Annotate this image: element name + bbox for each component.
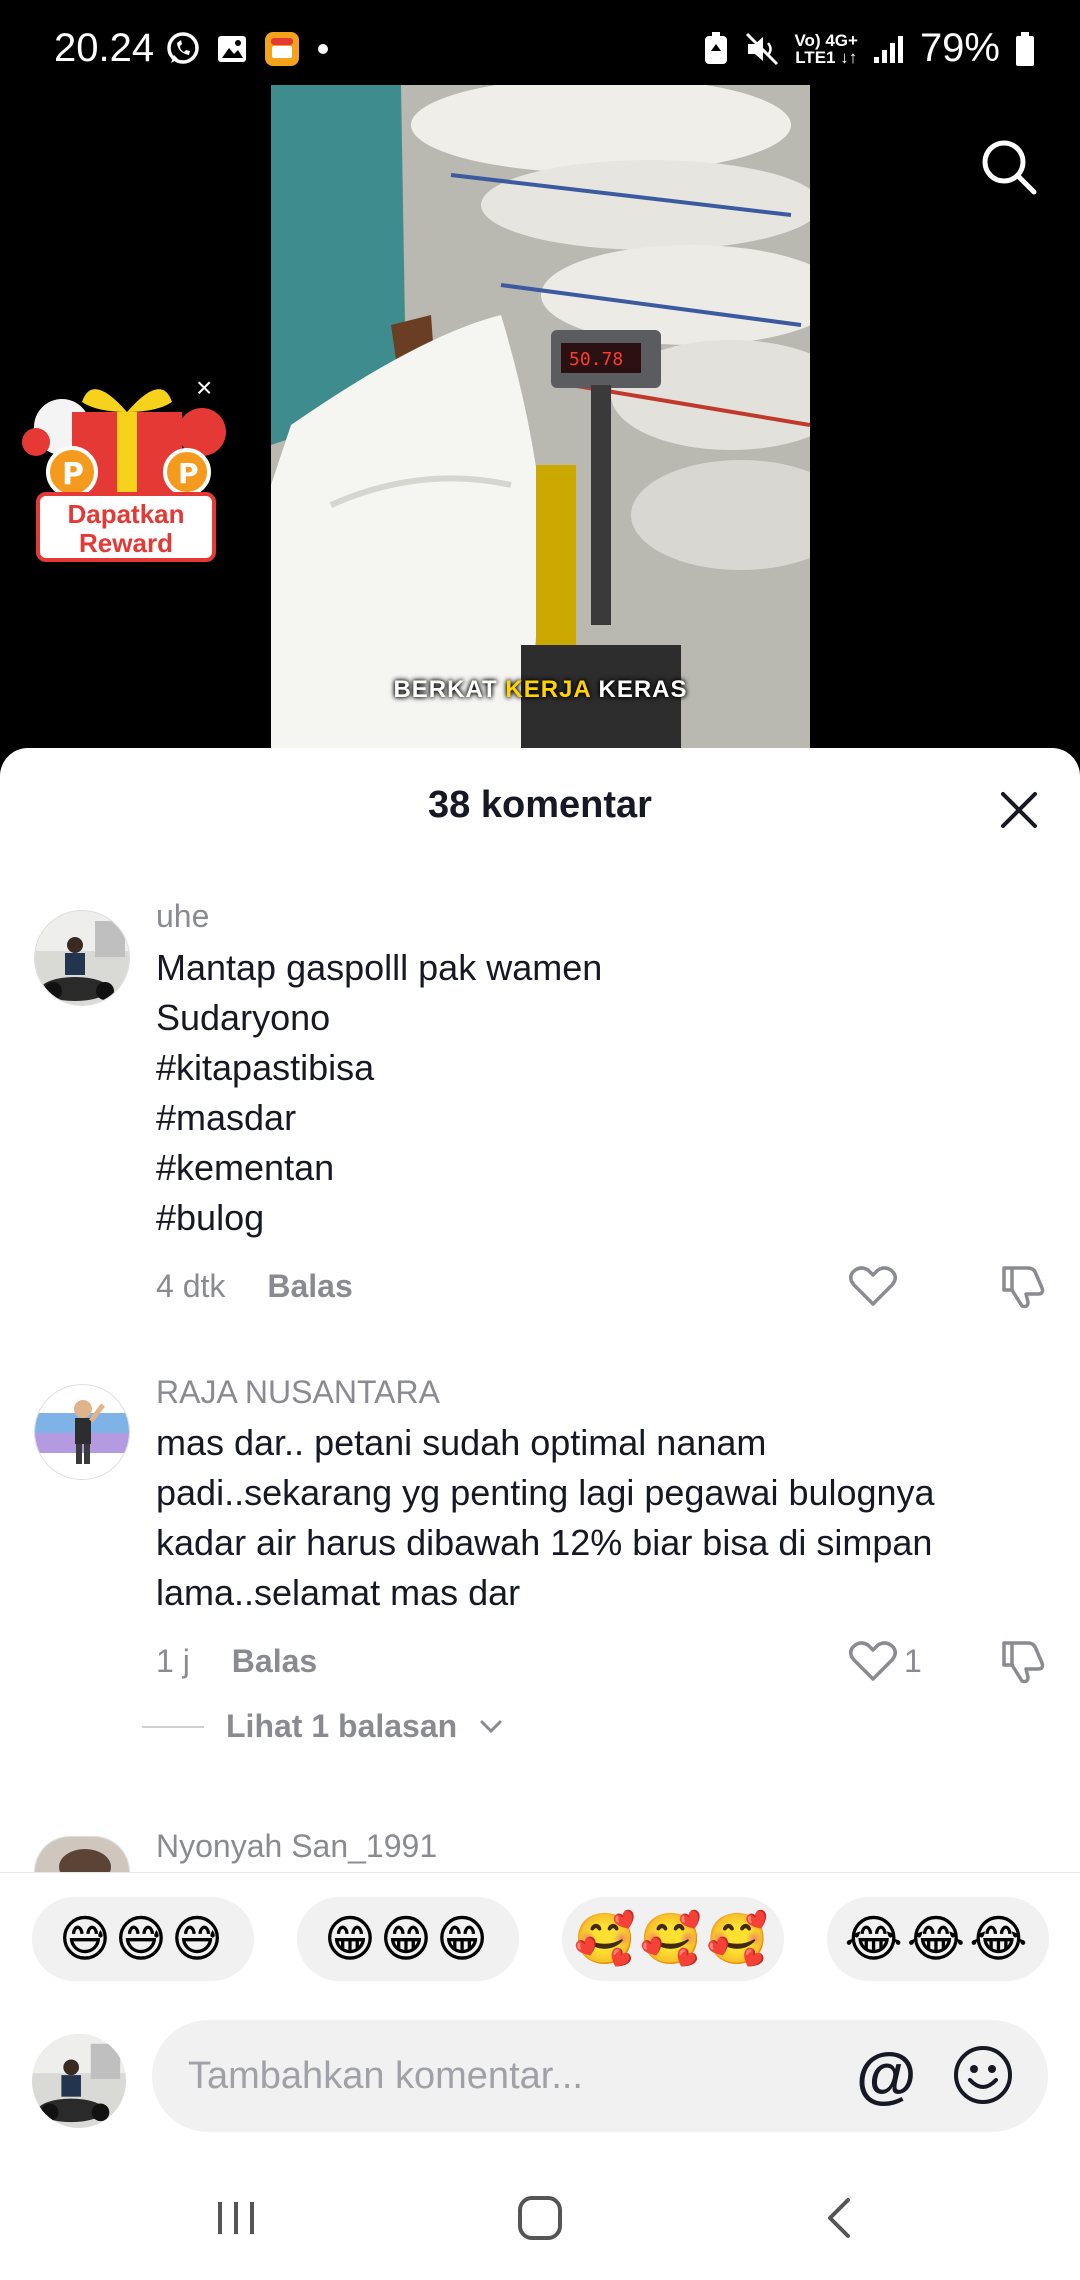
svg-text:P: P	[62, 457, 84, 492]
caption-text-1: BERKAT	[393, 676, 498, 703]
comment-time: 1 j	[156, 1643, 190, 1679]
video-frame[interactable]: 50.78 BERKAT KERJA KERAS	[271, 85, 810, 752]
status-time: 20.24	[54, 26, 155, 70]
like-count: 1	[904, 1643, 922, 1679]
heart-icon[interactable]	[848, 1639, 898, 1683]
user-avatar-image	[35, 1385, 129, 1479]
reward-label-line-2: Reward	[79, 528, 173, 558]
view-replies-button[interactable]: Lihat 1 balasan	[142, 1708, 503, 1745]
svg-text:P: P	[178, 457, 199, 490]
reward-label[interactable]: Dapatkan Reward	[36, 492, 216, 562]
whatsapp-icon	[167, 32, 199, 64]
system-icons: Vo) 4G+ LTE1 ↓↑ 79%	[702, 26, 1036, 71]
dislike-icon[interactable]	[998, 1637, 1048, 1685]
close-icon[interactable]	[995, 786, 1043, 834]
comment-text: Mantap gaspolll pak wamen Sudaryono #kit…	[156, 947, 603, 1238]
quick-emoji-bar: 😅😅😅 😁😁😁 🥰🥰🥰 😂😂😂	[0, 1872, 1080, 1992]
battery-percentage: 79%	[919, 26, 1000, 70]
home-icon[interactable]	[510, 2188, 570, 2248]
replies-divider-line	[142, 1725, 204, 1728]
user-avatar-image	[35, 911, 129, 1005]
emoji-reaction-sweat-smile[interactable]: 😅😅😅	[32, 1897, 254, 1981]
mytelkomsel-icon	[265, 32, 299, 66]
mention-button[interactable]: @	[856, 2040, 916, 2111]
comment-username[interactable]: Nyonyah San_1991	[156, 1828, 437, 1865]
system-navigation-bar	[0, 2160, 1080, 2280]
comment-meta: 1 j Balas	[156, 1643, 317, 1680]
network-type-top: Vo) 4G+	[794, 30, 858, 50]
more-notifications-dot-icon	[318, 44, 328, 54]
comment-input-container[interactable]: @	[152, 2020, 1048, 2132]
network-type-bottom: LTE1 ↓↑	[795, 47, 858, 67]
reward-close-button[interactable]: ×	[196, 372, 212, 404]
emoji-reaction-joy[interactable]: 😂😂😂	[827, 1897, 1049, 1981]
chevron-down-icon	[480, 1720, 502, 1733]
view-replies-label: Lihat 1 balasan	[226, 1708, 458, 1744]
video-caption: BERKAT KERJA KERAS	[271, 676, 810, 704]
avatar[interactable]	[34, 1384, 130, 1480]
emoji-reaction-grin[interactable]: 😁😁😁	[297, 1897, 519, 1981]
comment-input[interactable]	[188, 2046, 748, 2106]
caption-text-highlight: KERJA	[505, 676, 591, 703]
recent-apps-icon[interactable]	[206, 2188, 266, 2248]
comment-username[interactable]: uhe	[156, 898, 209, 935]
signal-icon	[873, 35, 903, 63]
svg-text:50.78: 50.78	[569, 349, 623, 370]
reply-button[interactable]: Balas	[232, 1643, 317, 1680]
mute-icon	[746, 32, 779, 65]
network-type-indicator: Vo) 4G+ LTE1 ↓↑	[794, 32, 857, 66]
reward-label-line-1: Dapatkan	[67, 499, 185, 529]
battery-icon	[1016, 31, 1034, 66]
current-user-avatar-image	[32, 2034, 126, 2128]
avatar	[32, 2034, 126, 2128]
comment-username[interactable]: RAJA NUSANTARA	[156, 1374, 440, 1411]
heart-icon[interactable]	[848, 1264, 898, 1308]
comment-time: 4 dtk	[156, 1268, 226, 1304]
caption-text-2: KERAS	[598, 676, 688, 703]
search-icon[interactable]	[978, 136, 1038, 196]
video-thumbnail-image: 50.78	[271, 85, 810, 752]
comment-text: mas dar.. petani sudah optimal nanam pad…	[156, 1422, 935, 1613]
avatar[interactable]	[34, 910, 130, 1006]
gallery-icon	[218, 36, 246, 62]
dislike-icon[interactable]	[998, 1262, 1048, 1310]
emoji-reaction-hearts[interactable]: 🥰🥰🥰	[562, 1897, 784, 1981]
notification-icons	[165, 30, 331, 68]
comments-count-title: 38 komentar	[428, 784, 652, 826]
data-saver-icon	[705, 31, 728, 64]
comment-meta: 4 dtk Balas	[156, 1268, 353, 1305]
emoji-picker-icon[interactable]	[952, 2044, 1014, 2106]
comment-input-row: @	[0, 1992, 1080, 2160]
back-icon[interactable]	[810, 2188, 870, 2248]
reply-button[interactable]: Balas	[267, 1268, 352, 1305]
